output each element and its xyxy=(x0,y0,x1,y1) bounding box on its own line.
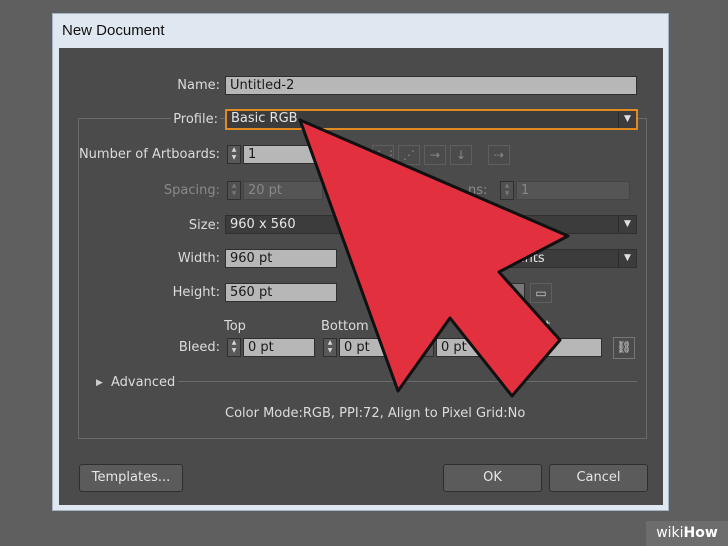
templates-button[interactable]: Templates... xyxy=(79,464,183,492)
name-input[interactable]: Untitled-2 xyxy=(225,76,637,95)
bleed-left-label: ft xyxy=(432,319,442,334)
dropdown-arrow-icon: ▼ xyxy=(618,216,636,233)
bleed-top-stepper[interactable]: ▲ ▼ xyxy=(227,338,241,357)
document-settings-group xyxy=(78,118,647,439)
info-text: Color Mode:RGB, PPI:72, Align to Pixel G… xyxy=(225,406,526,421)
ok-button[interactable]: OK xyxy=(443,464,542,492)
height-input[interactable]: 560 pt xyxy=(225,283,337,302)
watermark-brand-b: How xyxy=(683,525,718,541)
bleed-left-stepper[interactable]: ▲ ▼ xyxy=(420,338,434,357)
artboards-label: Number of Artboards: xyxy=(78,147,220,162)
grid-by-column-icon[interactable]: ⋰ xyxy=(398,145,420,165)
height-label: Height: xyxy=(172,285,220,300)
grid-by-row-icon[interactable]: ⋮⋮ xyxy=(372,145,397,165)
bleed-bottom-stepper[interactable]: ▲ ▼ xyxy=(323,338,337,357)
bleed-left-input[interactable]: 0 pt xyxy=(436,338,508,357)
spacing-stepper[interactable]: ▲ ▼ xyxy=(227,181,241,200)
bleed-label: Bleed: xyxy=(178,340,220,355)
profile-value: Basic RGB xyxy=(231,111,298,126)
bleed-top-input[interactable]: 0 pt xyxy=(243,338,315,357)
advanced-label[interactable]: Advanced xyxy=(111,375,175,390)
cancel-button[interactable]: Cancel xyxy=(549,464,648,492)
name-label: Name: xyxy=(177,78,220,93)
link-icon[interactable]: ⛓ xyxy=(613,337,635,359)
dropdown-arrow-icon: ▼ xyxy=(618,111,636,128)
artboards-stepper[interactable]: ▲ ▼ xyxy=(227,145,241,164)
size-dropdown[interactable]: 960 x 560 ▼ xyxy=(225,215,637,234)
spacing-label: Spacing: xyxy=(163,183,220,198)
landscape-icon[interactable]: ▭ xyxy=(530,283,552,303)
portrait-icon[interactable]: ▯ xyxy=(503,283,525,303)
bleed-bottom-label: Bottom xyxy=(321,319,369,334)
bleed-bottom-input[interactable]: 0 pt xyxy=(339,338,411,357)
size-value: 960 x 560 xyxy=(230,217,296,232)
window-title: New Document xyxy=(62,22,165,39)
screenshot: New Document Name: Untitled-2 Profile: B… xyxy=(0,0,728,546)
watermark-brand-a: wiki xyxy=(656,525,684,541)
columns-label: ns: xyxy=(468,183,488,198)
right-to-left-icon[interactable]: ⇢ xyxy=(488,145,510,165)
size-label: Size: xyxy=(188,218,220,233)
units-dropdown[interactable]: oints ▼ xyxy=(508,249,637,268)
advanced-separator xyxy=(178,381,637,382)
arrange-by-row-icon[interactable]: → xyxy=(424,145,446,165)
spacing-input[interactable]: 20 pt xyxy=(243,181,323,200)
width-input[interactable]: 960 pt xyxy=(225,249,337,268)
disclosure-triangle-icon[interactable]: ▶ xyxy=(96,378,103,388)
title-bar: New Document xyxy=(52,13,669,47)
profile-dropdown[interactable]: Basic RGB ▼ xyxy=(225,109,638,130)
watermark: wikiHow xyxy=(646,521,728,546)
bleed-top-label: Top xyxy=(224,319,246,334)
profile-label: Profile: xyxy=(171,112,220,127)
units-value: oints xyxy=(513,251,545,266)
arrange-by-column-icon[interactable]: ↓ xyxy=(450,145,472,165)
dropdown-arrow-icon: ▼ xyxy=(618,250,636,267)
artboards-input[interactable]: 1 xyxy=(243,145,323,164)
bleed-right-input[interactable]: pt xyxy=(530,338,602,357)
columns-stepper[interactable]: ▲ ▼ xyxy=(500,181,514,200)
width-label: Width: xyxy=(177,251,220,266)
bleed-right-label: ht xyxy=(537,319,551,334)
columns-input[interactable]: 1 xyxy=(516,181,630,200)
